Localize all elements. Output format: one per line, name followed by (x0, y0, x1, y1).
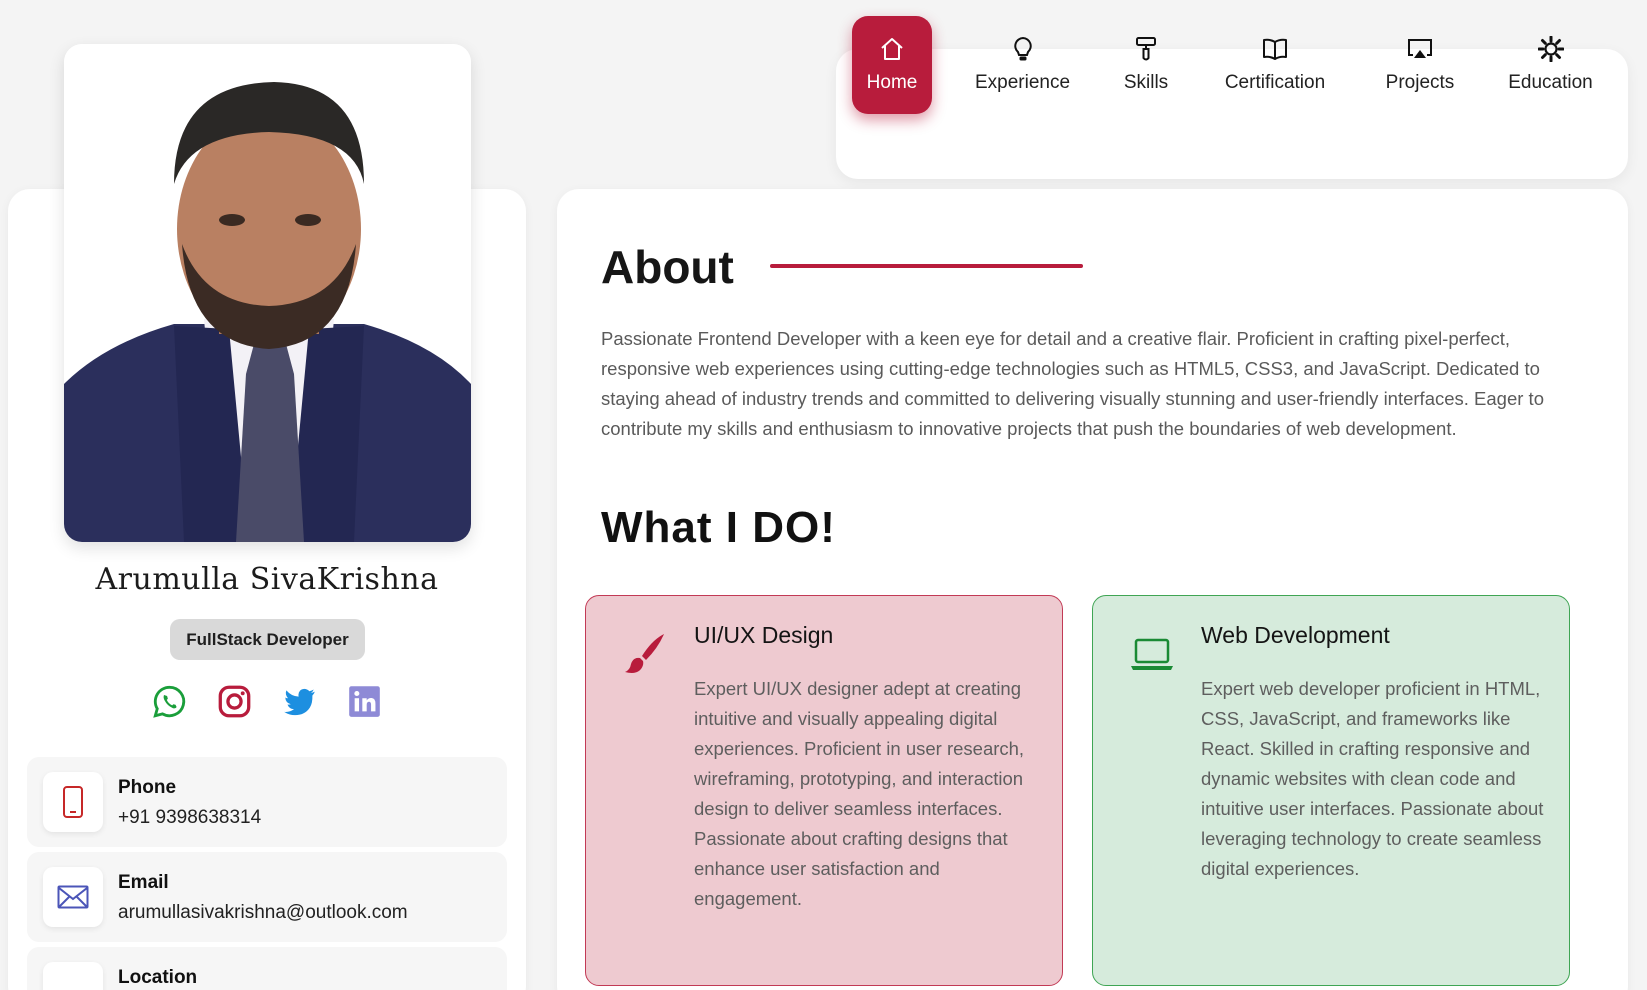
nav-label: Projects (1385, 72, 1455, 93)
nav-experience[interactable]: Experience (960, 16, 1085, 114)
title-divider (770, 264, 1083, 268)
contact-value[interactable]: arumullasivakrishna@outlook.com (118, 902, 408, 924)
nav-label: Skills (1123, 72, 1169, 93)
nav-projects[interactable]: Projects (1375, 16, 1465, 114)
nav-education[interactable]: Education (1503, 16, 1598, 114)
social-links (8, 684, 526, 719)
mail-icon (43, 867, 103, 927)
service-title: Web Development (1201, 622, 1390, 648)
service-text: Expert web developer proficient in HTML,… (1201, 678, 1544, 879)
nav-label: Home (866, 72, 918, 93)
nav-skills[interactable]: Skills (1112, 16, 1180, 114)
about-title: About (601, 241, 734, 293)
contact-email: Email arumullasivakrishna@outlook.com (27, 852, 507, 942)
contact-value: +91 9398638314 (118, 807, 262, 828)
instagram-icon[interactable] (217, 684, 252, 719)
twitter-icon[interactable] (282, 684, 317, 719)
service-title: UI/UX Design (694, 622, 834, 648)
nav-home[interactable]: Home (852, 16, 932, 114)
contact-label: Location (118, 967, 198, 988)
profile-photo (64, 44, 471, 542)
home-icon (881, 38, 903, 60)
phone-icon (43, 772, 103, 832)
what-i-do-title: What I DO! (601, 503, 836, 552)
paintbrush-icon (625, 634, 664, 673)
airplay-icon (1408, 39, 1432, 58)
lightbulb-icon (1013, 36, 1032, 61)
service-text: Expert UI/UX designer adept at creating … (694, 678, 1025, 909)
whatsapp-icon[interactable] (152, 684, 187, 719)
contact-phone: Phone +91 9398638314 (27, 757, 507, 847)
role-badge: FullStack Developer (170, 619, 365, 660)
nav-label: Education (1508, 72, 1593, 93)
contact-location: Location (27, 947, 507, 990)
linkedin-icon[interactable] (347, 684, 382, 719)
service-card-web: Web Development Expert web developer pro… (1092, 595, 1570, 986)
location-icon (43, 962, 103, 990)
service-card-uiux: UI/UX Design Expert UI/UX designer adept… (585, 595, 1063, 986)
paint-roller-icon (1136, 37, 1156, 61)
contact-label: Email (118, 872, 169, 893)
nav-certification[interactable]: Certification (1215, 16, 1335, 114)
nav-label: Certification (1224, 72, 1326, 93)
book-open-icon (1263, 38, 1287, 60)
about-text: Passionate Frontend Developer with a kee… (601, 328, 1544, 439)
laptop-icon (1131, 638, 1173, 670)
nav-label: Experience (974, 72, 1071, 93)
gear-icon (1537, 36, 1564, 62)
profile-name: Arumulla SivaKrishna (95, 562, 439, 597)
contact-label: Phone (118, 777, 177, 798)
